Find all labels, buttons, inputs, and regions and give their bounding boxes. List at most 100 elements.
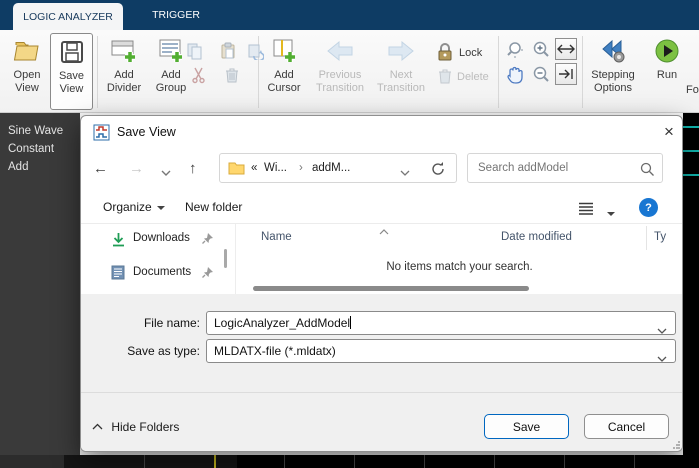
up-icon[interactable]: ↑ [189,160,197,177]
resize-grip[interactable] [672,441,680,449]
stepping-options-button[interactable]: Stepping Options [586,33,640,110]
column-header-name[interactable]: Name [261,231,292,243]
signal-item-add[interactable]: Add [8,158,80,176]
toolstrip: Open View Save View Add Divider Add Grou… [0,30,699,137]
search-input[interactable] [476,157,636,179]
delete-button[interactable]: Delete [457,71,489,83]
trash-icon[interactable] [223,66,241,84]
add-divider-icon [101,33,147,69]
breadcrumb-collapsed[interactable]: « [251,162,257,174]
breadcrumb-item[interactable]: addM... [312,162,350,174]
horizontal-scrollbar[interactable] [253,286,529,291]
stepping-options-icon [586,33,640,69]
waveform-area [683,113,699,468]
time-tick [634,455,635,468]
column-header-type[interactable]: Ty [654,231,666,243]
nav-item-documents[interactable]: Documents [81,264,231,284]
zoom-to-edge-icon[interactable] [555,63,577,85]
organize-menu[interactable]: Organize [103,200,165,214]
view-mode-chevron-icon[interactable] [602,206,615,220]
time-tick [354,455,355,468]
tab-logic-analyzer[interactable]: LOGIC ANALYZER [13,3,123,30]
nav-pane-scrollbar[interactable] [224,249,227,268]
chevron-down-icon [156,205,165,210]
time-tick [144,455,145,468]
run-button[interactable]: Run [644,33,690,110]
tab-trigger[interactable]: TRIGGER [132,0,220,30]
add-cursor-icon [261,33,307,69]
chevron-up-icon [92,423,103,430]
text-caret [350,316,352,329]
signal-item-sine-wave[interactable]: Sine Wave [8,122,80,140]
arrow-right-icon [372,33,430,69]
downloads-icon [111,232,126,250]
time-tick [424,455,425,468]
open-folder-icon [6,33,48,69]
dialog-title: Save View [117,125,176,139]
refresh-icon[interactable] [430,161,446,180]
breadcrumb-separator: › [299,162,303,174]
save-view-button[interactable]: Save View [50,33,93,110]
logic-analyzer-app-icon [93,124,110,144]
signal-item-constant[interactable]: Constant [8,140,80,158]
documents-icon [111,265,125,283]
pan-hand-icon[interactable] [504,64,526,86]
run-play-icon [644,33,690,69]
signal-list-panel: Sine Wave Constant Add [0,113,80,455]
empty-list-message: No items match your search. [386,261,533,273]
group-separator [97,36,98,108]
time-cursor[interactable] [214,455,216,468]
file-name-label: File name: [143,316,200,330]
save-as-type-select[interactable]: MLDATX-file (*.mldatx) [206,339,676,363]
add-divider-button[interactable]: Add Divider [101,33,147,110]
folder-icon [228,161,245,178]
arrow-left-icon [311,33,369,69]
waveform-trace [683,126,699,128]
save-as-type-dropdown-chevron-icon[interactable] [657,348,667,370]
cancel-button[interactable]: Cancel [584,414,669,439]
paste-icon[interactable] [219,42,237,60]
save-as-type-label: Save as type: [127,344,200,358]
lock-button[interactable]: Lock [459,47,482,59]
help-icon[interactable]: ? [639,198,658,217]
close-icon[interactable]: × [655,118,682,146]
new-folder-button[interactable]: New folder [185,200,242,214]
forward-icon[interactable]: → [129,160,144,177]
nav-item-downloads[interactable]: Downloads [81,230,231,250]
view-mode-icon[interactable] [578,202,594,218]
lock-icon [436,42,454,61]
fit-to-view-icon[interactable] [555,38,577,60]
waveform-trace [683,174,699,176]
app-window: LOGIC ANALYZER TRIGGER Open View Save Vi… [0,0,699,468]
next-transition-button[interactable]: Next Transition [372,33,430,110]
pin-icon [201,266,214,282]
address-bar[interactable]: « Wi... › addM... [219,153,457,183]
file-name-input[interactable]: LogicAnalyzer_AddModel [206,311,676,335]
zoom-out-icon[interactable] [530,64,552,86]
copy-icon[interactable] [186,42,204,60]
back-icon[interactable]: ← [93,160,108,177]
cut-icon[interactable] [190,66,208,84]
breadcrumb-item[interactable]: Wi... [264,162,287,174]
open-view-button[interactable]: Open View [6,33,48,110]
add-cursor-button[interactable]: Add Cursor [261,33,307,110]
hide-folders-button[interactable]: Hide Folders [92,420,179,434]
floppy-disk-icon [51,34,92,70]
pin-icon [201,232,214,248]
previous-transition-button[interactable]: Previous Transition [311,33,369,110]
recent-locations-chevron-icon[interactable] [161,166,171,180]
save-view-dialog: Save View × ← → ↑ « Wi... › addM... Org [80,115,683,452]
toolstrip-tab-bar: LOGIC ANALYZER TRIGGER [0,0,699,30]
search-box[interactable] [467,153,663,183]
save-button[interactable]: Save [484,414,569,439]
time-tick [564,455,565,468]
sort-ascending-icon[interactable] [379,224,389,238]
step-forward-label-fragment: Fo [686,84,699,96]
address-dropdown-chevron-icon[interactable] [400,166,410,180]
column-header-date-modified[interactable]: Date modified [501,231,572,243]
zoom-in-icon[interactable] [530,39,552,61]
waveform-trace [683,150,699,152]
time-tick [494,455,495,468]
group-separator [498,36,499,108]
zoom-cursor-icon[interactable] [504,39,526,61]
